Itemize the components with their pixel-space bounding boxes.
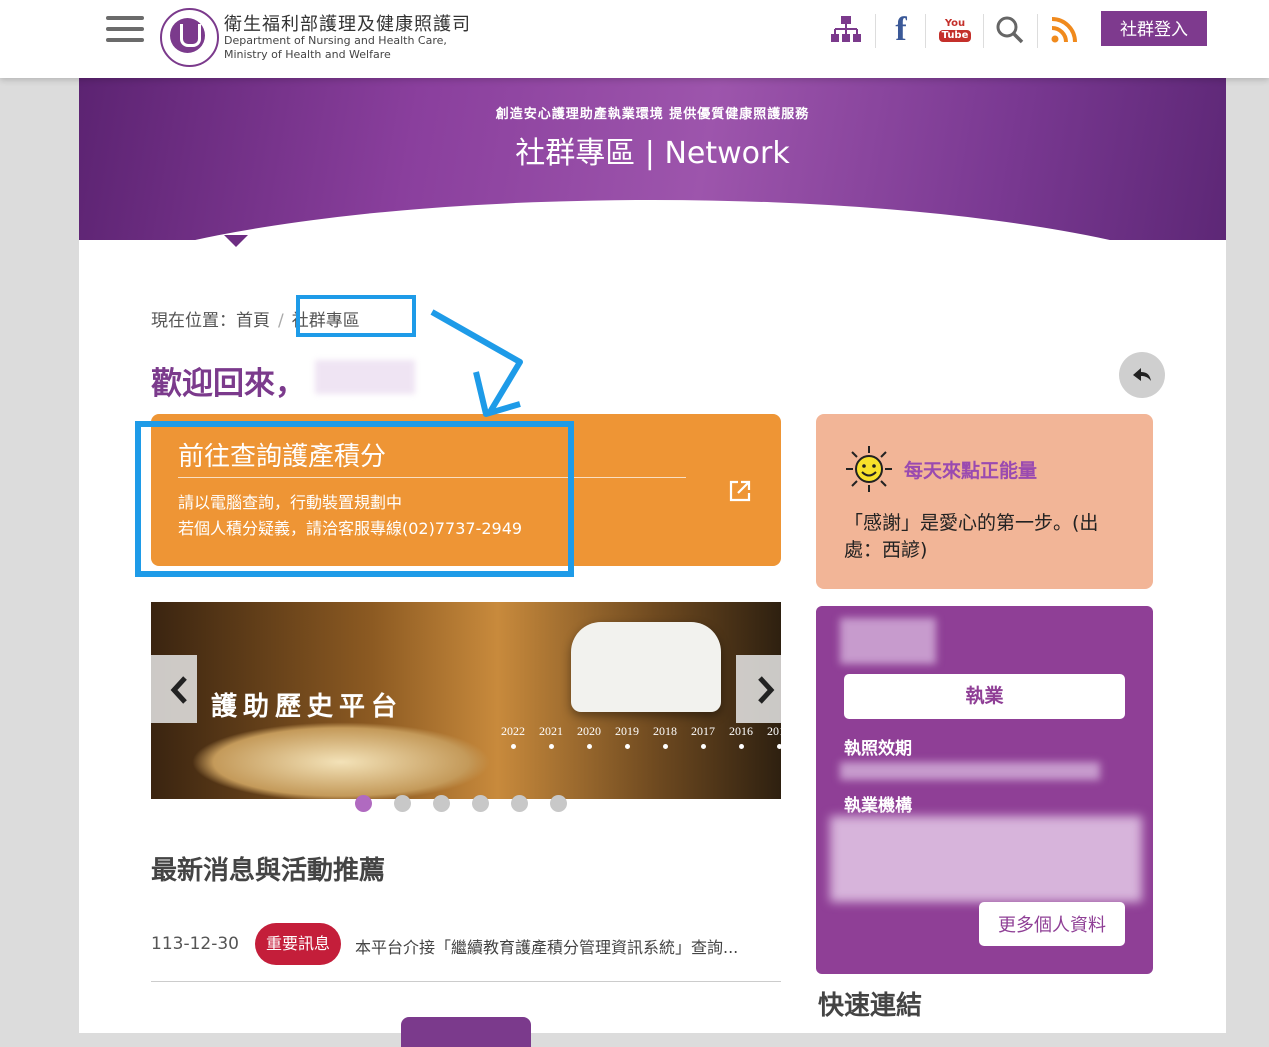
facebook-icon[interactable]: f <box>888 11 914 48</box>
carousel-nurse-cap-image <box>571 622 721 712</box>
carousel-dot[interactable] <box>394 795 411 812</box>
rss-glyph <box>1051 17 1077 43</box>
timeline-year: 2019 <box>615 724 639 749</box>
sitemap-icon[interactable] <box>828 12 864 48</box>
timeline-year: 2020 <box>577 724 601 749</box>
community-login-button[interactable]: 社群登入 <box>1101 11 1207 46</box>
license-expiry-label: 執照效期 <box>844 739 912 759</box>
site-header: 衛生福利部護理及健康照護司 Department of Nursing and … <box>0 0 1269 78</box>
header-divider <box>875 14 876 48</box>
org-name-en-line1: Department of Nursing and Health Care, <box>224 34 447 47</box>
carousel-dot[interactable] <box>472 795 489 812</box>
carousel-dot[interactable] <box>433 795 450 812</box>
practice-status-pill: 執業 <box>844 674 1125 719</box>
timeline-year: 2021 <box>539 724 563 749</box>
timeline-year: 2017 <box>691 724 715 749</box>
breadcrumb-separator: / <box>278 311 284 331</box>
carousel-slide-title: 護助歷史平台 <box>211 692 404 722</box>
back-button[interactable] <box>1119 352 1165 398</box>
points-card-highlight-box <box>135 421 574 577</box>
chevron-left-icon <box>170 676 187 704</box>
org-name-en-line2: Ministry of Health and Welfare <box>224 48 391 61</box>
redacted-institution <box>830 816 1142 902</box>
header-divider <box>983 14 984 48</box>
youtube-icon[interactable]: You Tube <box>936 12 974 48</box>
redacted-license-expiry <box>840 762 1100 780</box>
carousel-dot[interactable] <box>355 795 372 812</box>
youtube-label-top: You <box>944 18 966 29</box>
breadcrumb-highlight-box <box>296 295 416 337</box>
carousel-dot[interactable] <box>511 795 528 812</box>
news-section-title: 最新消息與活動推薦 <box>151 856 386 886</box>
news-divider <box>151 981 781 982</box>
breadcrumb-prefix: 現在位置： <box>151 311 236 331</box>
timeline-year: 2016 <box>729 724 753 749</box>
header-divider <box>1037 14 1038 48</box>
timeline-year: 2018 <box>653 724 677 749</box>
header-divider <box>925 14 926 48</box>
redacted-profile-name <box>840 618 936 664</box>
welcome-heading: 歡迎回來， <box>151 366 306 402</box>
ministry-logo[interactable] <box>160 8 219 67</box>
youtube-label-bottom: Tube <box>938 30 972 42</box>
more-news-button[interactable] <box>401 1017 531 1047</box>
redacted-user-name <box>315 360 415 394</box>
carousel-year-timeline: 2022 2021 2020 2019 2018 2017 2016 2015 <box>501 724 781 749</box>
smiling-sun-icon <box>846 446 892 492</box>
carousel-prev-button[interactable] <box>151 655 197 723</box>
org-name-zh: 衛生福利部護理及健康照護司 <box>224 14 471 35</box>
news-item-badge: 重要訊息 <box>255 923 341 965</box>
carousel-next-button[interactable] <box>736 655 781 723</box>
chevron-right-icon <box>758 676 775 704</box>
quick-links-title: 快速連結 <box>818 991 923 1021</box>
carousel-pagination <box>355 795 567 812</box>
carousel-dot[interactable] <box>550 795 567 812</box>
menu-icon[interactable] <box>106 16 144 46</box>
breadcrumb-home-link[interactable]: 首頁 <box>236 311 270 331</box>
timeline-year: 2022 <box>501 724 525 749</box>
search-icon[interactable] <box>994 12 1026 48</box>
news-item-date: 113-12-30 <box>151 934 239 954</box>
annotation-arrow <box>430 309 523 417</box>
history-carousel[interactable]: 護助歷史平台 2022 2021 2020 2019 2018 2017 201… <box>151 602 781 799</box>
more-profile-button[interactable]: 更多個人資料 <box>979 902 1125 946</box>
banner-slogan: 創造安心護理助產執業環境 提供優質健康照護服務 <box>495 107 810 122</box>
practice-institution-label: 執業機構 <box>844 796 912 816</box>
news-item-link[interactable]: 本平台介接「繼續教育護產積分管理資訊系統」查詢... <box>355 934 775 958</box>
daily-energy-card: 每天來點正能量 「感謝」是愛心的第一步。(出處：西諺) <box>816 414 1153 589</box>
profile-card: 執業 執照效期 執業機構 更多個人資料 <box>816 606 1153 974</box>
banner-title: 社群專區 | Network <box>515 136 790 171</box>
timeline-year: 2015 <box>767 724 781 749</box>
banner-notch <box>224 235 248 247</box>
energy-title: 每天來點正能量 <box>904 460 1038 482</box>
org-name-en: Department of Nursing and Health Care, M… <box>224 34 464 62</box>
rss-icon[interactable] <box>1048 12 1080 48</box>
energy-quote: 「感謝」是愛心的第一步。(出處：西諺) <box>844 512 1099 561</box>
sitemap-glyph <box>831 16 861 42</box>
reply-arrow-icon <box>1133 368 1151 381</box>
carousel-book-image <box>191 722 491 799</box>
magnifier-glyph <box>996 16 1024 44</box>
page-container: 創造安心護理助產執業環境 提供優質健康照護服務 社群專區 | Network 現… <box>79 0 1226 1047</box>
external-link-icon <box>729 480 751 502</box>
